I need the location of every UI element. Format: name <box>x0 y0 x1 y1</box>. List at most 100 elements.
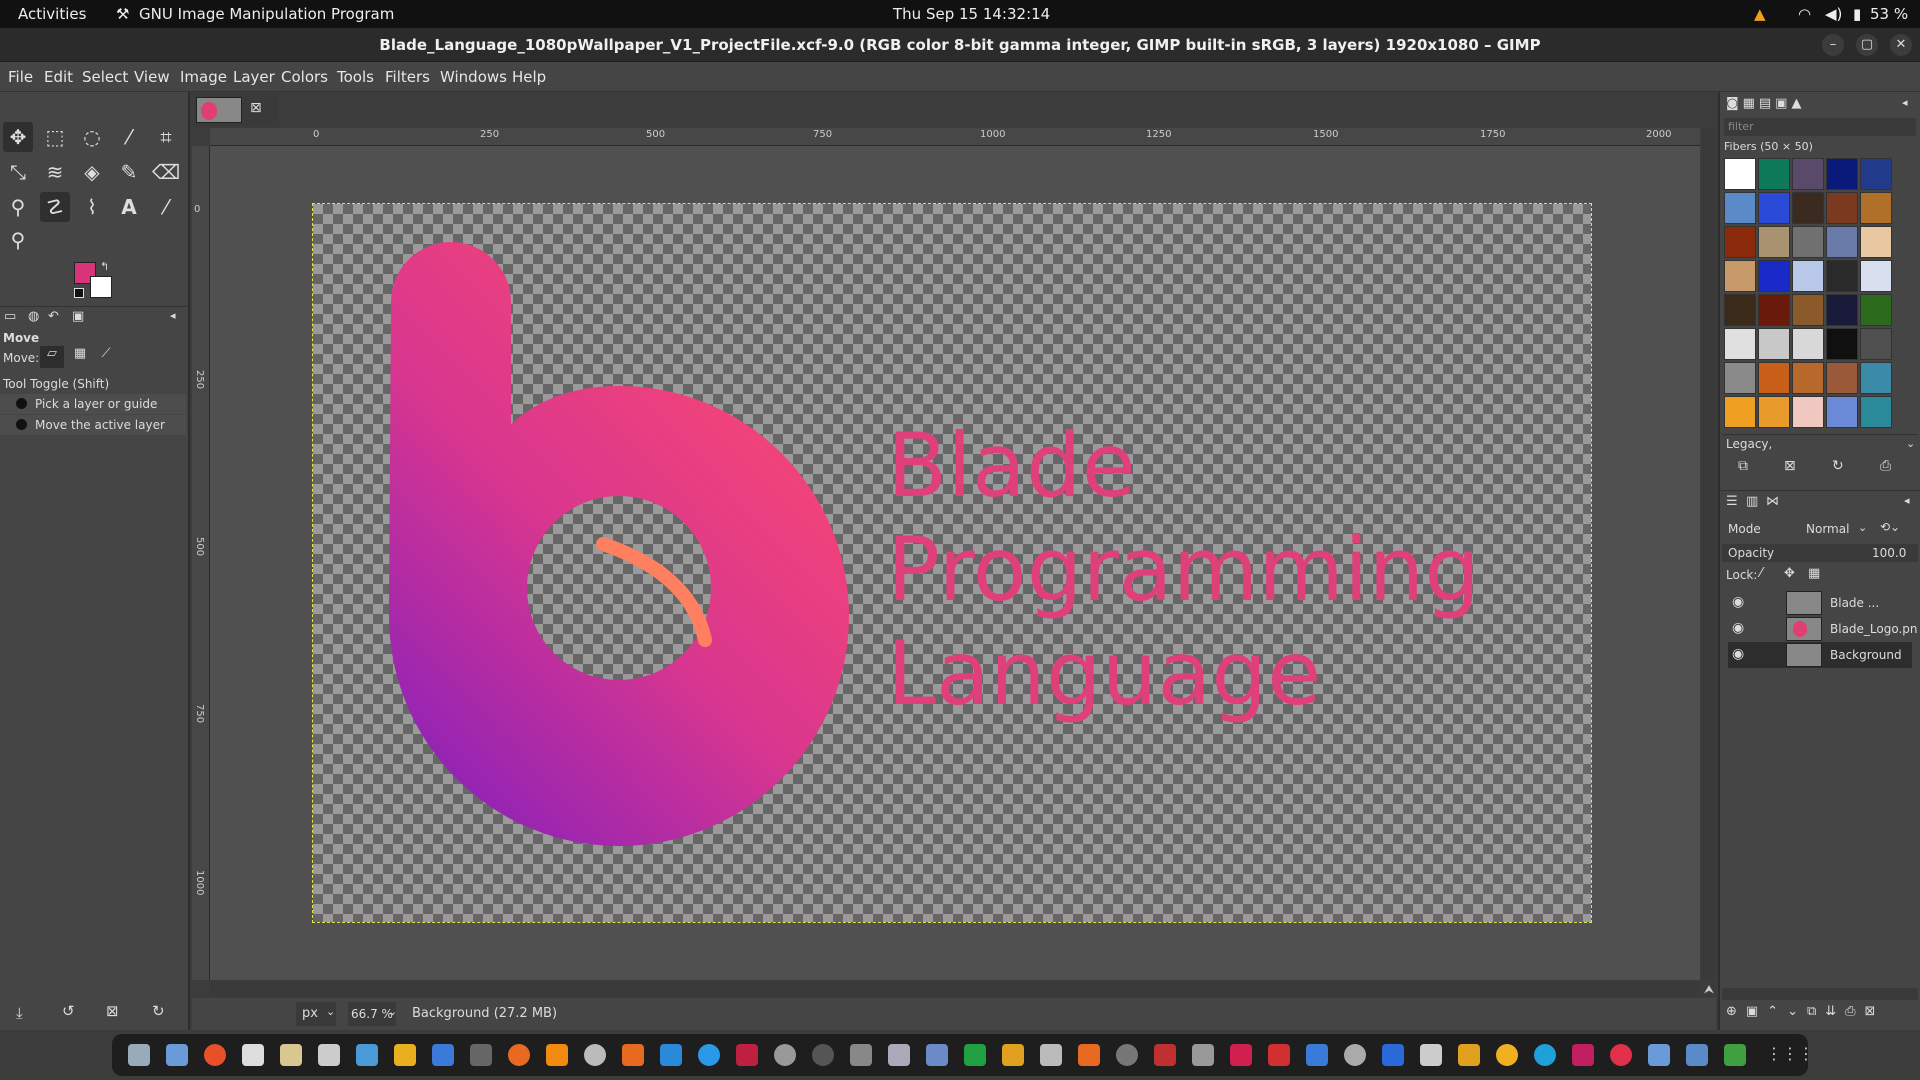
layer-actions[interactable]: ⊕▣⌃⌄⧉⇊⎙⊠ <box>1726 1004 1884 1019</box>
composite-mode-icon[interactable]: ⟲⌄ <box>1880 520 1900 534</box>
dock-app-icon[interactable] <box>1040 1044 1062 1066</box>
dock-app-icon[interactable] <box>280 1044 302 1066</box>
pattern-swatch[interactable] <box>1724 226 1756 258</box>
lock-position-icon[interactable]: ✥ <box>1784 566 1795 581</box>
volume-icon[interactable]: ◀) <box>1825 5 1842 23</box>
horizontal-scrollbar[interactable] <box>210 982 1700 996</box>
image-tab[interactable]: ⊠ <box>194 94 278 126</box>
menu-help[interactable]: Help <box>512 68 546 86</box>
pattern-swatch[interactable] <box>1860 192 1892 224</box>
pattern-swatch[interactable] <box>1826 192 1858 224</box>
layer-row[interactable]: ◉ Blade_Logo.pn <box>1728 616 1918 642</box>
dock-app-icon[interactable] <box>1230 1044 1252 1066</box>
menu-layer[interactable]: Layer <box>233 68 275 86</box>
pattern-swatch[interactable] <box>1792 226 1824 258</box>
eye-icon[interactable]: ◉ <box>1732 620 1744 636</box>
dock-app-icon[interactable] <box>622 1044 644 1066</box>
color-picker-tool-icon[interactable]: ⁄ <box>151 192 181 222</box>
layer-row[interactable]: ◉ Blade ... <box>1728 590 1912 616</box>
pattern-swatch[interactable] <box>1758 260 1790 292</box>
smudge-tool-icon[interactable]: ☡ <box>40 192 70 222</box>
move-active-layer-radio[interactable]: Move the active layer <box>0 415 186 435</box>
dock-app-icon[interactable] <box>1496 1044 1518 1066</box>
activities-button[interactable]: Activities <box>18 5 86 23</box>
paintbrush-tool-icon[interactable]: ✎ <box>114 157 144 187</box>
pattern-swatch[interactable] <box>1724 158 1756 190</box>
duplicate-pattern-icon[interactable]: ⧉ <box>1738 458 1748 474</box>
pattern-swatch[interactable] <box>1724 294 1756 326</box>
pattern-swatch[interactable] <box>1860 396 1892 428</box>
update-icon[interactable]: ▲ <box>1754 5 1766 23</box>
app-name[interactable]: GNU Image Manipulation Program <box>139 5 394 23</box>
configure-tab-icon[interactable]: ◂ <box>170 309 176 322</box>
dock-app-icon-gimp[interactable] <box>812 1044 834 1066</box>
dock-app-icon[interactable] <box>660 1044 682 1066</box>
channels-tab-icon[interactable]: ▥ <box>1746 494 1758 509</box>
dock-app-icon[interactable] <box>736 1044 758 1066</box>
crop-tool-icon[interactable]: ⌗ <box>151 122 181 152</box>
mode-select[interactable]: Normal ⌄ <box>1800 518 1872 540</box>
device-status-tab-icon[interactable]: ◍ <box>28 309 39 324</box>
pattern-swatch[interactable] <box>1826 294 1858 326</box>
wifi-icon[interactable]: ◠ <box>1798 5 1811 23</box>
brushes-tabs[interactable]: ◙▦▤▣▲ <box>1726 96 1805 111</box>
pattern-swatch[interactable] <box>1860 294 1892 326</box>
dock-app-icon[interactable] <box>1610 1044 1632 1066</box>
rect-select-tool-icon[interactable]: ⬚ <box>40 122 70 152</box>
images-tab-icon[interactable]: ▣ <box>72 309 84 324</box>
menu-windows[interactable]: Windows <box>440 68 507 86</box>
warp-tool-icon[interactable]: ≋ <box>40 157 70 187</box>
dock-app-icon[interactable] <box>774 1044 796 1066</box>
eye-icon[interactable]: ◉ <box>1732 594 1744 610</box>
menu-filters[interactable]: Filters <box>385 68 430 86</box>
battery-icon[interactable]: ▮ <box>1853 5 1861 23</box>
dock-app-icon[interactable] <box>584 1044 606 1066</box>
pattern-swatch[interactable] <box>1758 158 1790 190</box>
menu-file[interactable]: File <box>8 68 33 86</box>
move-layer-icon[interactable]: ▱ <box>40 346 64 368</box>
pattern-swatch[interactable] <box>1792 396 1824 428</box>
pattern-swatch[interactable] <box>1826 226 1858 258</box>
dock-app-icon[interactable] <box>1572 1044 1594 1066</box>
dock-app-icon[interactable] <box>470 1044 492 1066</box>
maximize-button[interactable]: ▢ <box>1856 34 1878 56</box>
dock-app-icon[interactable] <box>1116 1044 1138 1066</box>
navigate-icon[interactable]: ⮝ <box>1702 982 1716 996</box>
layer-row[interactable]: ◉ Background <box>1728 642 1912 668</box>
configure-tab-icon[interactable]: ◂ <box>1902 96 1908 109</box>
dock-app-icon[interactable] <box>204 1044 226 1066</box>
pattern-swatch[interactable] <box>1758 396 1790 428</box>
dock-app-icon[interactable] <box>1154 1044 1176 1066</box>
dock-app-icon[interactable] <box>1686 1044 1708 1066</box>
dock-app-icon[interactable] <box>1306 1044 1328 1066</box>
eye-icon[interactable]: ◉ <box>1732 646 1744 662</box>
dock-app-icon[interactable] <box>166 1044 188 1066</box>
dock-app-icon[interactable] <box>964 1044 986 1066</box>
pattern-swatch[interactable] <box>1758 362 1790 394</box>
pattern-swatch[interactable] <box>1860 362 1892 394</box>
refresh-patterns-icon[interactable]: ↻ <box>1832 458 1844 474</box>
menu-image[interactable]: Image <box>180 68 227 86</box>
pattern-swatch[interactable] <box>1792 260 1824 292</box>
pattern-swatch[interactable] <box>1826 362 1858 394</box>
pattern-swatch[interactable] <box>1758 294 1790 326</box>
pattern-swatch[interactable] <box>1724 192 1756 224</box>
pattern-swatch[interactable] <box>1792 362 1824 394</box>
paths-tab-icon[interactable]: ⋈ <box>1766 494 1779 509</box>
dock-app-icon[interactable] <box>1458 1044 1480 1066</box>
lock-pixels-icon[interactable]: ⁄ <box>1760 566 1762 581</box>
configure-tab-icon[interactable]: ◂ <box>1904 494 1910 507</box>
pattern-swatch[interactable] <box>1826 158 1858 190</box>
save-options-icon[interactable]: ⤓ <box>16 1004 23 1022</box>
image-canvas[interactable]: Blade Programming Language <box>312 203 1592 923</box>
vertical-scrollbar[interactable] <box>1702 128 1716 980</box>
text-tool-icon[interactable]: A <box>114 192 144 222</box>
dock-app-icon[interactable] <box>1002 1044 1024 1066</box>
dock-app-icon[interactable] <box>242 1044 264 1066</box>
dock-app-icon[interactable] <box>888 1044 910 1066</box>
close-tab-icon[interactable]: ⊠ <box>250 100 262 116</box>
dock-app-icon[interactable] <box>1078 1044 1100 1066</box>
dock-app-icon[interactable] <box>1724 1044 1746 1066</box>
dock-app-icon[interactable] <box>128 1044 150 1066</box>
move-path-icon[interactable]: ⟋ <box>94 346 118 368</box>
